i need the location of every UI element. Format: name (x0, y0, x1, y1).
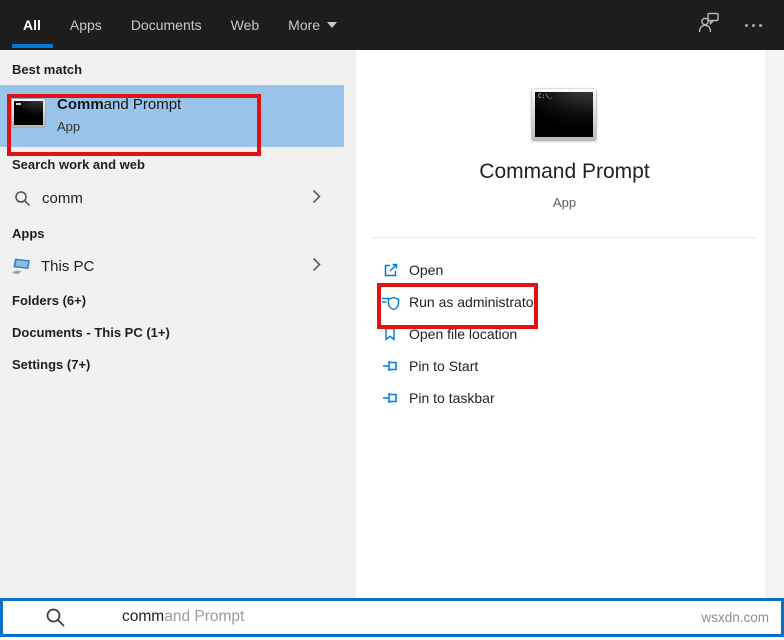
search-icon (14, 190, 31, 207)
active-tab-underline (12, 44, 53, 48)
windows-search-flyout: All Apps Documents Web More Best match C… (0, 0, 784, 640)
search-query-text: command Prompt (122, 608, 245, 625)
group-header-settings[interactable]: Settings (7+) (12, 357, 90, 373)
chevron-down-icon (327, 22, 338, 28)
open-icon (380, 262, 400, 279)
action-run-as-admin-label: Run as administrator (409, 294, 539, 310)
preview-panel: C:\_ Command Prompt App Open Run as admi… (356, 50, 765, 600)
feedback-icon[interactable] (697, 11, 721, 40)
action-pin-to-taskbar[interactable]: Pin to taskbar (372, 382, 757, 414)
action-pin-to-start-label: Pin to Start (409, 358, 479, 374)
best-match-type: App (57, 119, 81, 134)
search-web-header: Search work and web (12, 157, 145, 172)
pin-icon (380, 390, 400, 406)
preview-app-type: App (552, 195, 577, 210)
action-pin-to-taskbar-label: Pin to taskbar (409, 390, 495, 406)
chevron-right-icon (312, 257, 321, 277)
apps-header: Apps (12, 226, 45, 241)
this-pc-label: This PC (41, 258, 95, 275)
tab-apps[interactable]: Apps (70, 17, 102, 33)
chevron-right-icon (312, 189, 321, 209)
action-pin-to-start[interactable]: Pin to Start (372, 350, 757, 382)
command-prompt-icon (12, 99, 45, 127)
cmd-prompt-glyph: C:\_ (538, 93, 553, 100)
watermark: wsxdn.com (701, 610, 769, 625)
action-run-as-admin[interactable]: Run as administrator (372, 286, 757, 318)
this-pc-row[interactable]: This PC (0, 250, 344, 283)
tab-web[interactable]: Web (231, 17, 260, 33)
more-options-icon[interactable] (745, 23, 762, 27)
best-match-result[interactable]: Command Prompt App (0, 85, 344, 147)
admin-shield-icon (380, 294, 400, 311)
tab-all[interactable]: All (23, 17, 41, 33)
web-suggestion-row[interactable]: comm (0, 182, 344, 215)
search-filter-bar: All Apps Documents Web More (0, 0, 784, 50)
command-prompt-icon-large: C:\_ (532, 89, 596, 140)
search-icon (45, 607, 66, 633)
group-header-documents[interactable]: Documents - This PC (1+) (12, 325, 170, 341)
search-input[interactable]: command Prompt wsxdn.com (0, 598, 784, 637)
tab-more-label: More (288, 17, 321, 33)
action-open-label: Open (409, 262, 444, 278)
group-header-folders[interactable]: Folders (6+) (12, 293, 86, 309)
web-suggestion-label: comm (42, 190, 83, 207)
this-pc-icon (11, 257, 32, 276)
action-open-file-location[interactable]: Open file location (372, 318, 757, 350)
best-match-title: Command Prompt (57, 96, 182, 113)
divider (372, 237, 757, 238)
file-location-icon (380, 326, 400, 342)
background-strip (765, 50, 784, 600)
tab-documents[interactable]: Documents (131, 17, 202, 33)
best-match-header: Best match (12, 62, 83, 77)
preview-app-title: Command Prompt (479, 160, 650, 183)
tab-more[interactable]: More (288, 17, 338, 33)
action-open[interactable]: Open (372, 254, 757, 286)
filter-tabs: All Apps Documents Web More (0, 0, 338, 50)
results-panel: Best match Command Prompt App Search wor… (0, 50, 356, 600)
action-open-file-location-label: Open file location (409, 326, 518, 342)
pin-icon (380, 358, 400, 374)
